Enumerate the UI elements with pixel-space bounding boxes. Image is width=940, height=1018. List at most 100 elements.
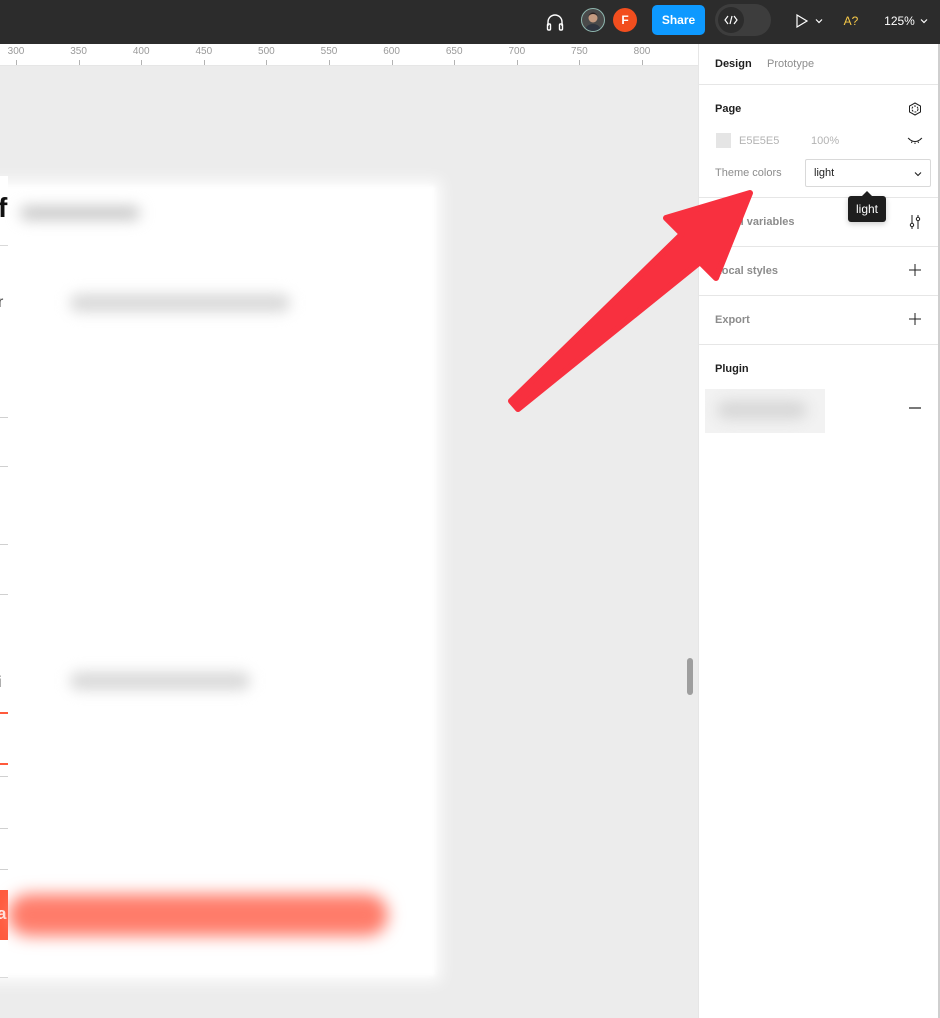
divider bbox=[699, 84, 939, 85]
tooltip-text: light bbox=[855, 202, 878, 216]
ruler-tick bbox=[579, 60, 581, 65]
add-export-button[interactable] bbox=[905, 309, 925, 329]
ruler-tick-label: 400 bbox=[132, 46, 150, 57]
plugin-section-title: Plugin bbox=[715, 363, 749, 375]
ruler-tick-label: 700 bbox=[508, 46, 526, 57]
page-section-title: Page bbox=[715, 103, 742, 115]
blurred-tabs bbox=[70, 294, 290, 312]
visibility-toggle[interactable] bbox=[905, 131, 925, 151]
dev-mode-knob bbox=[718, 7, 744, 33]
divider-line bbox=[0, 417, 8, 418]
canvas[interactable]: f r i a bbox=[0, 66, 698, 1018]
page-color-swatch[interactable] bbox=[716, 133, 731, 148]
submit-button-edge[interactable]: a bbox=[0, 890, 8, 940]
share-label: Share bbox=[661, 13, 696, 27]
zoom-value: 125% bbox=[884, 14, 915, 28]
partial-text: r bbox=[0, 294, 4, 311]
tab-design[interactable]: Design bbox=[715, 58, 752, 70]
ruler-tick bbox=[16, 60, 17, 65]
plugin-item-blurred[interactable] bbox=[705, 389, 825, 433]
ruler-tick-label: 350 bbox=[70, 46, 87, 57]
divider bbox=[699, 246, 939, 247]
plus-icon bbox=[909, 313, 921, 325]
avatar-user-initial[interactable]: F bbox=[613, 8, 637, 32]
avatar-initial: F bbox=[621, 13, 629, 27]
chevron-down-icon bbox=[920, 19, 928, 24]
hexagon-style-icon bbox=[909, 102, 921, 116]
blurred-submit-button bbox=[8, 894, 388, 936]
theme-colors-label: Theme colors bbox=[715, 167, 782, 179]
divider-line bbox=[0, 594, 8, 595]
theme-colors-value: light bbox=[814, 167, 835, 179]
present-button[interactable] bbox=[792, 10, 826, 32]
zoom-dropdown[interactable]: 125% bbox=[880, 10, 932, 32]
ruler-tick-label: 500 bbox=[258, 46, 275, 57]
chevron-down-icon bbox=[914, 172, 922, 177]
tab-prototype[interactable]: Prototype bbox=[767, 58, 814, 70]
theme-tooltip: light bbox=[848, 191, 886, 222]
ruler-tick-label: 550 bbox=[320, 46, 338, 57]
ruler-tick bbox=[141, 60, 143, 65]
page-color-hex[interactable]: E5E5E5 bbox=[739, 135, 779, 147]
section-export[interactable]: Export bbox=[715, 314, 750, 326]
blurred-header-text bbox=[20, 206, 140, 220]
plus-icon bbox=[909, 264, 921, 276]
play-icon bbox=[796, 14, 809, 28]
divider-line bbox=[0, 869, 8, 870]
ruler-tick bbox=[266, 60, 268, 65]
blurred-input-text bbox=[70, 672, 250, 690]
divider bbox=[699, 197, 939, 198]
divider-line bbox=[0, 466, 8, 467]
ruler-tick bbox=[516, 60, 518, 65]
ruler-tick bbox=[454, 60, 456, 65]
divider bbox=[699, 295, 939, 296]
ruler-tick bbox=[203, 60, 205, 65]
section-local-styles[interactable]: Local styles bbox=[715, 265, 778, 277]
ruler-tick-label: 800 bbox=[633, 46, 651, 57]
divider-line bbox=[0, 776, 8, 777]
divider-line bbox=[0, 544, 8, 545]
ruler-tick-label: 450 bbox=[195, 46, 213, 57]
chevron-down-icon bbox=[815, 19, 823, 24]
code-icon bbox=[724, 15, 738, 25]
error-underline bbox=[0, 712, 8, 714]
divider bbox=[699, 344, 939, 345]
ruler-tick bbox=[391, 60, 393, 65]
ruler-tick-label: 600 bbox=[383, 46, 400, 57]
horizontal-ruler: 300 350 400 450 500 550 600 650 700 750 800 bbox=[0, 44, 698, 66]
ai-assist-button[interactable]: A? bbox=[838, 10, 864, 32]
eye-closed-icon bbox=[907, 137, 923, 144]
user-photo-icon bbox=[585, 12, 601, 31]
page-styles-button[interactable] bbox=[905, 99, 925, 119]
dev-mode-toggle[interactable] bbox=[715, 4, 771, 36]
ruler-tick bbox=[78, 60, 80, 65]
add-local-style-button[interactable] bbox=[905, 260, 925, 280]
minus-icon bbox=[909, 407, 921, 409]
properties-panel: Design Prototype Page E5E5E5 100% Theme … bbox=[698, 44, 940, 1018]
sliders-icon bbox=[909, 215, 921, 229]
ruler-tick-label: 650 bbox=[445, 46, 463, 57]
theme-colors-dropdown[interactable]: light bbox=[805, 159, 931, 187]
local-variables-button[interactable] bbox=[905, 212, 925, 232]
error-underline bbox=[0, 763, 8, 765]
remove-plugin-button[interactable] bbox=[905, 398, 925, 418]
ai-label: A? bbox=[843, 14, 859, 28]
ruler-tick bbox=[642, 60, 643, 65]
frame-partial-title: f bbox=[0, 192, 8, 223]
avatar-user-photo[interactable] bbox=[581, 8, 605, 32]
audio-button[interactable] bbox=[543, 10, 567, 34]
ruler-tick-label: 750 bbox=[571, 46, 588, 57]
ruler-tick-label: 300 bbox=[7, 46, 25, 57]
section-local-variables[interactable]: Local variables bbox=[715, 216, 795, 228]
headphones-icon bbox=[546, 14, 564, 31]
share-button[interactable]: Share bbox=[652, 5, 705, 35]
vertical-scrollbar[interactable] bbox=[687, 658, 693, 695]
ruler-tick bbox=[329, 60, 330, 65]
page-color-opacity[interactable]: 100% bbox=[811, 135, 839, 147]
blurred-plugin-name bbox=[717, 401, 807, 419]
toolbar: F Share A? 125% bbox=[0, 0, 940, 44]
frame-bottom-edge bbox=[0, 940, 8, 978]
partial-button-label: a bbox=[0, 904, 7, 923]
divider-line bbox=[0, 828, 8, 829]
partial-text: i bbox=[0, 674, 2, 692]
